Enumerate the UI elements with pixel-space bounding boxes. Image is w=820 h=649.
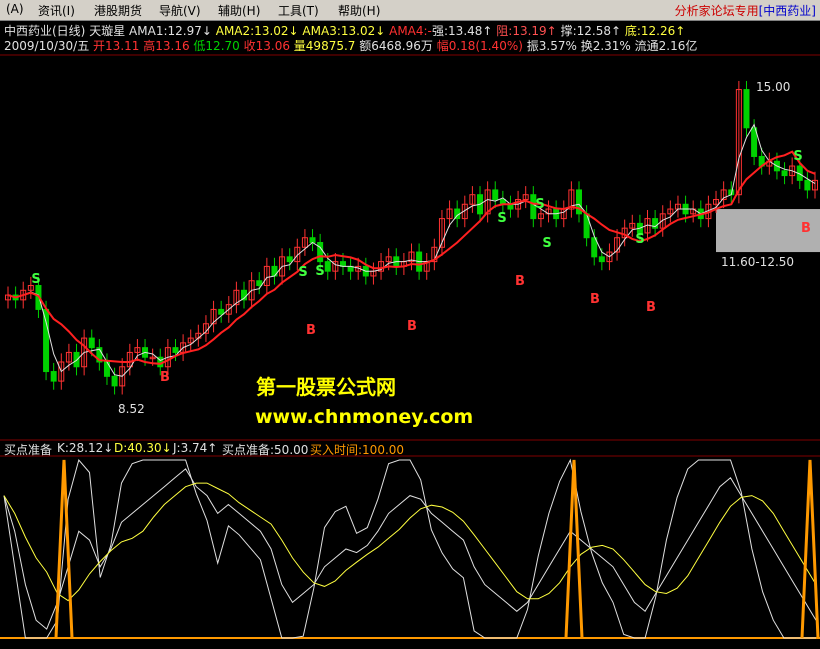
candle-down (286, 256, 293, 263)
qiang-value: 强:13.48↑ (432, 24, 493, 38)
buy-signal: B (590, 292, 600, 307)
candle-down (309, 237, 316, 243)
ind-k: K:28.12↓ (57, 441, 114, 455)
candle-down (73, 351, 80, 368)
candle-down (598, 256, 605, 263)
quote-turnover: 换2.31% (580, 39, 631, 53)
quote-float: 流通2.16亿 (634, 39, 698, 53)
ind-name: 买点准备 (4, 443, 53, 457)
cheng-value: 撑:12.58↑ (560, 24, 622, 38)
quote-amplitude: 振3.57% (526, 39, 577, 53)
ind-j: J:3.74↑ (173, 441, 218, 455)
quote-high: 高13.16 (143, 39, 190, 53)
sell-signal: S (542, 236, 551, 251)
ama1-value: AMA1:12.97↓ (129, 24, 212, 38)
candle-down (43, 308, 50, 373)
sell-signal: S (635, 232, 644, 247)
kline-chart[interactable]: S S SSSS SSBB BBBBB (0, 0, 820, 649)
j-line (3, 458, 816, 639)
candle-down (781, 170, 788, 177)
sell-signal: S (315, 264, 324, 279)
buy-signal: B (407, 319, 417, 334)
box-range-label: 11.60-12.50 (721, 255, 795, 269)
di-value: 底:12.26↑ (624, 24, 686, 38)
candle-down (492, 189, 499, 200)
ama4-value: AMA4:- (389, 24, 432, 38)
ama2-value: AMA2:13.02↓ (215, 24, 299, 38)
buy-signal: B (160, 370, 170, 385)
candle-down (743, 89, 750, 129)
buy-signal: B (646, 300, 656, 315)
stock-name: 中西药业(日线) (4, 24, 86, 38)
sell-signal: S (793, 149, 802, 164)
watermark-url: www.chnmoney.com (255, 406, 474, 428)
candle-down (804, 179, 811, 191)
candle-down (317, 242, 324, 263)
buy-signal: B (515, 274, 525, 289)
high-price-label: 15.00 (756, 80, 791, 94)
indicator-name: 天璇星 (89, 24, 126, 38)
zu-value: 阻:13.19↑ (496, 24, 557, 38)
quote-amount: 额6468.96万 (359, 39, 433, 53)
low-price-label: 8.52 (118, 402, 145, 416)
candle-down (172, 347, 179, 353)
candle-down (256, 280, 263, 287)
watermark-title: 第一股票公式网 (256, 375, 396, 399)
buy-time-spike (800, 459, 820, 639)
candle-down (111, 375, 118, 387)
quote-close: 收13.06 (243, 39, 290, 53)
ind-prep: 买点准备:50.00 (222, 443, 309, 457)
quote-low: 低12.70 (193, 39, 240, 53)
sell-signal: S (298, 265, 307, 280)
buy-time-spike (564, 459, 584, 639)
sell-signal: S (535, 197, 544, 212)
k-line (3, 468, 817, 630)
quote-line: 2009/10/30/五 开13.11 高13.16 低12.70 收13.06… (4, 37, 697, 54)
quote-volume: 量49875.7 (293, 39, 356, 53)
candle-down (324, 261, 331, 272)
ind-buy-time: 买入时间:100.00 (310, 443, 405, 457)
quote-open: 开13.11 (93, 39, 140, 53)
candle-down (218, 308, 225, 315)
sell-signal: S (31, 272, 40, 287)
d-line (3, 482, 817, 602)
candle-down (50, 371, 57, 382)
candle-down (88, 337, 95, 349)
buy-signal: B (801, 221, 811, 236)
sell-signal: S (497, 211, 506, 226)
ama3-value: AMA3:13.02↓ (302, 24, 386, 38)
quote-date: 2009/10/30/五 (4, 39, 90, 53)
ind-d: D:40.30↓ (114, 441, 172, 455)
quote-change: 幅0.18(1.40%) (436, 39, 523, 53)
buy-signal: B (306, 323, 316, 338)
